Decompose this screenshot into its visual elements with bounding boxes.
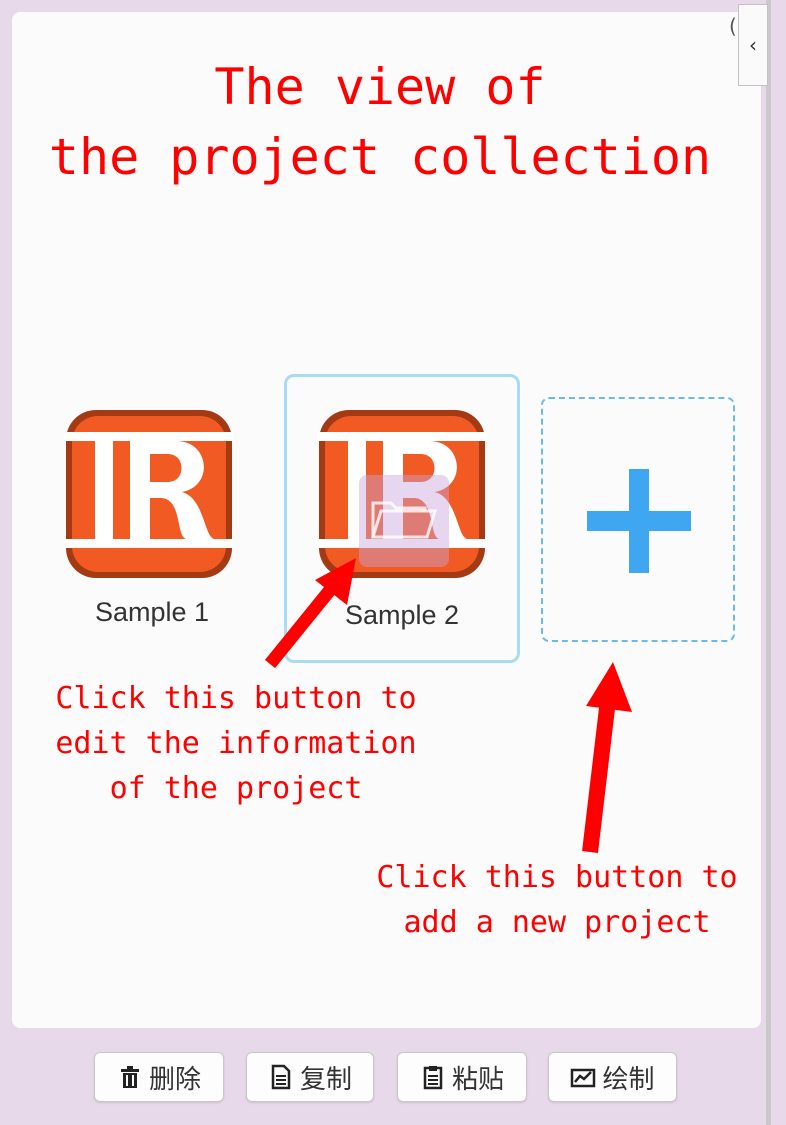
window-edge <box>766 0 771 1125</box>
copy-button-label: 复制 <box>299 1064 352 1095</box>
chart-icon <box>570 1064 596 1090</box>
annotation-edit-line: Click this button to <box>55 681 417 716</box>
annotation-add-line: Click this button to <box>376 860 738 895</box>
annotation-edit-line: of the project <box>109 771 363 806</box>
paste-button[interactable]: 粘贴 <box>397 1052 527 1102</box>
bottom-toolbar: 删除 复制 粘贴 绘制 <box>0 1040 786 1110</box>
draw-button[interactable]: 绘制 <box>548 1052 677 1102</box>
corner-glyph: ( <box>729 14 737 38</box>
annotation-title-line: the project collection <box>48 128 712 186</box>
draw-button-label: 绘制 <box>602 1064 655 1095</box>
project-label: Sample 1 <box>94 597 210 627</box>
annotation-add-note: Click this button to add a new project <box>360 855 754 945</box>
clipboard-icon <box>420 1064 446 1090</box>
paste-button-label: 粘贴 <box>451 1064 504 1095</box>
annotation-edit-line: edit the information <box>55 726 417 761</box>
document-icon <box>268 1064 294 1090</box>
project-logo-icon <box>64 410 234 578</box>
project-card-sample-1[interactable]: Sample 1 <box>54 390 250 648</box>
delete-button-label: 删除 <box>148 1064 201 1095</box>
project-label: Sample 2 <box>344 600 460 630</box>
copy-button[interactable]: 复制 <box>246 1052 374 1102</box>
delete-button[interactable]: 删除 <box>94 1052 224 1102</box>
folder-open-icon[interactable] <box>359 475 449 567</box>
annotation-add-line: add a new project <box>403 905 711 940</box>
annotation-title: The view of the project collection <box>0 52 760 192</box>
project-card-sample-2[interactable]: Sample 2 <box>284 374 520 663</box>
annotation-title-line: The view of <box>214 58 546 116</box>
annotation-edit-note: Click this button to edit the information… <box>44 676 428 811</box>
trash-icon <box>117 1064 143 1090</box>
add-project-button[interactable] <box>541 397 735 642</box>
